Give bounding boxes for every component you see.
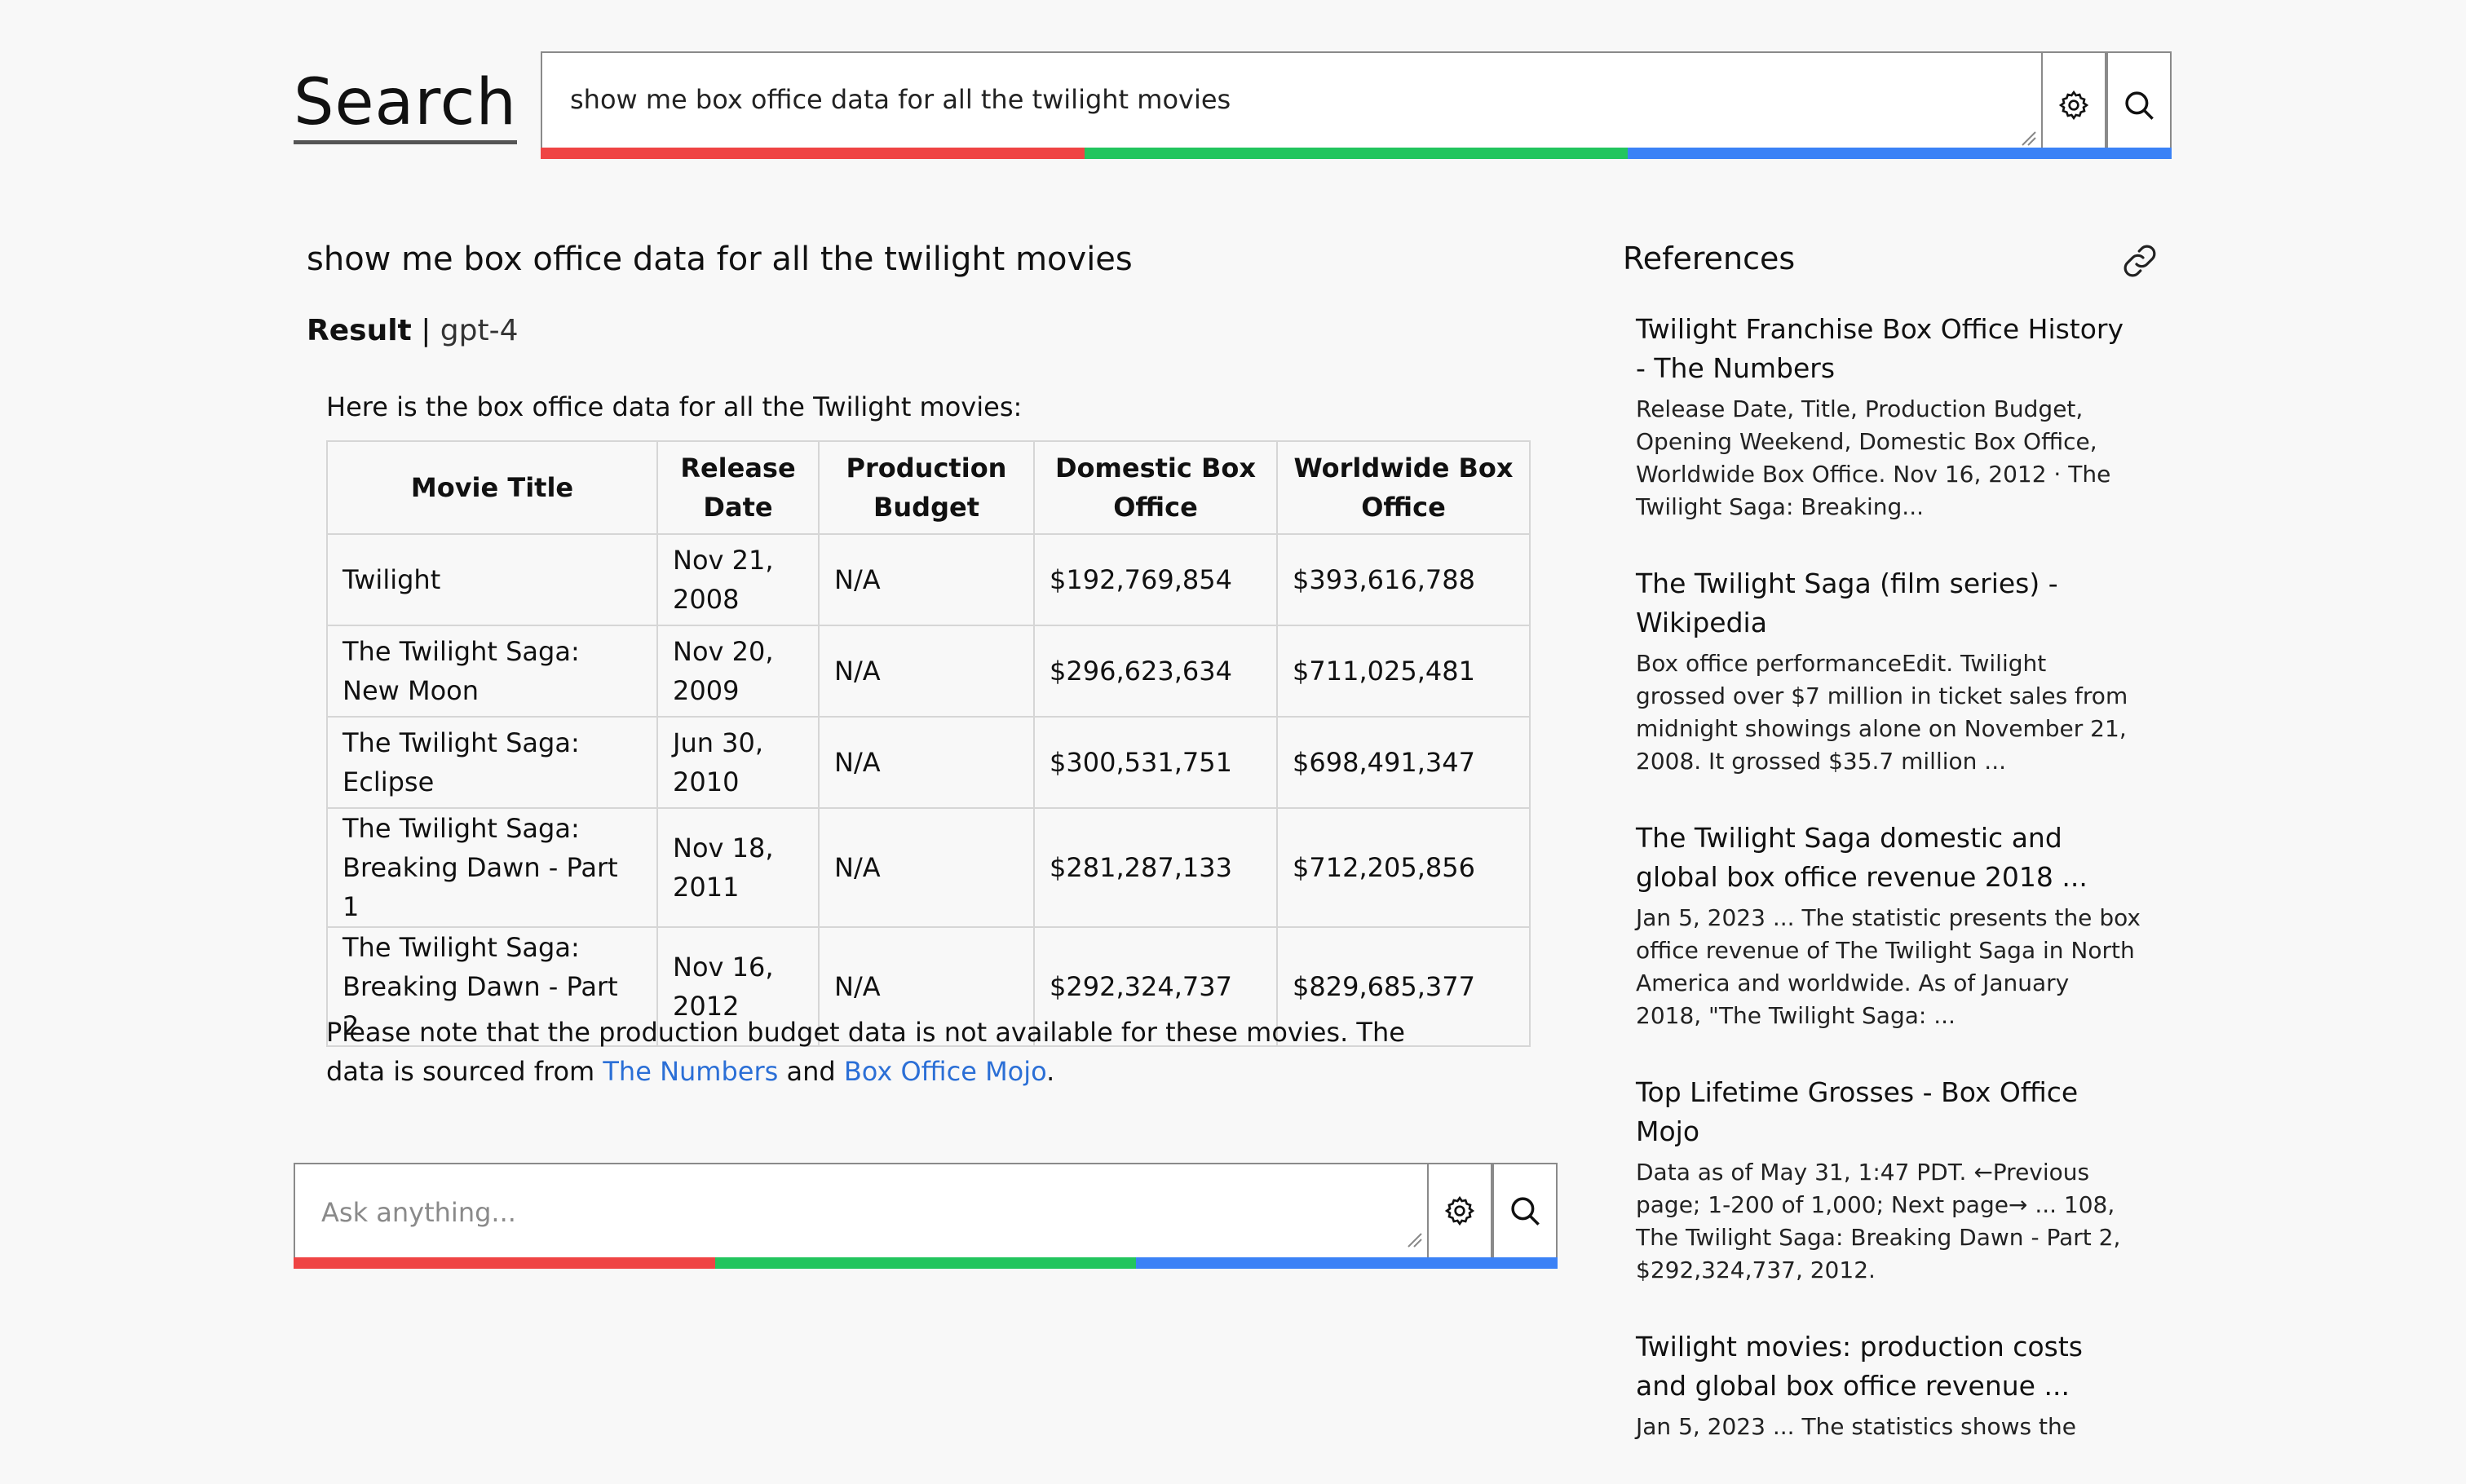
reference-item[interactable]: The Twilight Saga (film series) - Wikipe… (1636, 564, 2141, 778)
ask-search-button[interactable] (1492, 1163, 1558, 1259)
link-the-numbers[interactable]: The Numbers (603, 1056, 778, 1087)
cell-release-date: Jun 30, 2010 (656, 716, 820, 809)
table-header-row: Movie Title Release Date Production Budg… (326, 440, 1531, 535)
col-movie-title: Movie Title (326, 440, 658, 535)
result-intro: Here is the box office data for all the … (326, 391, 1023, 422)
reference-snippet: Data as of May 31, 1:47 PDT. ←Previous p… (1636, 1159, 2121, 1283)
gear-icon (2058, 90, 2089, 121)
cell-budget: N/A (818, 533, 1035, 626)
cell-title: The Twilight Saga: New Moon (326, 625, 658, 718)
cell-worldwide: $711,025,481 (1276, 625, 1531, 718)
search-button[interactable] (2106, 51, 2172, 159)
result-question: show me box office data for all the twil… (307, 241, 1133, 278)
reference-item[interactable]: Top Lifetime Grosses - Box Office Mojo D… (1636, 1073, 2141, 1287)
ask-settings-button[interactable] (1427, 1163, 1492, 1259)
cell-domestic: $281,287,133 (1033, 807, 1278, 928)
search-query-text[interactable]: show me box office data for all the twil… (570, 84, 1231, 115)
search-icon (2125, 91, 2154, 120)
cell-release-date: Nov 21, 2008 (656, 533, 820, 626)
resize-handle-icon[interactable] (2018, 128, 2036, 146)
result-label: Result (307, 314, 412, 347)
box-office-table: Movie Title Release Date Production Budg… (326, 440, 1531, 1047)
result-header: Result | gpt-4 (307, 314, 519, 347)
cell-domestic: $296,623,634 (1033, 625, 1278, 718)
brand-title[interactable]: Search (294, 65, 517, 145)
reference-item[interactable]: Twilight movies: production costs and gl… (1636, 1327, 2141, 1443)
table-row: The Twilight Saga: New Moon Nov 20, 2009… (326, 625, 1531, 718)
reference-item[interactable]: The Twilight Saga domestic and global bo… (1636, 819, 2141, 1032)
reference-item[interactable]: Twilight Franchise Box Office History - … (1636, 310, 2141, 523)
ask-input[interactable] (320, 1189, 1383, 1236)
reference-title[interactable]: Top Lifetime Grosses - Box Office Mojo (1636, 1073, 2141, 1151)
reference-title[interactable]: The Twilight Saga domestic and global bo… (1636, 819, 2141, 897)
reference-title[interactable]: Twilight Franchise Box Office History - … (1636, 310, 2141, 388)
link-icon[interactable] (2120, 241, 2159, 280)
ask-accent-bar (294, 1257, 1558, 1269)
search-accent-bar (541, 148, 2172, 159)
note-connector: and (778, 1056, 844, 1087)
cell-title: The Twilight Saga: Eclipse (326, 716, 658, 809)
cell-title: Twilight (326, 533, 658, 626)
reference-title[interactable]: The Twilight Saga (film series) - Wikipe… (1636, 564, 2141, 643)
cell-budget: N/A (818, 716, 1035, 809)
model-name: gpt-4 (440, 314, 519, 347)
reference-snippet: Box office performanceEdit. Twilight gro… (1636, 650, 2128, 775)
reference-snippet: Jan 5, 2023 ... The statistics shows the (1636, 1413, 2076, 1440)
references-title: References (1623, 241, 1796, 276)
cell-worldwide: $393,616,788 (1276, 533, 1531, 626)
cell-worldwide: $698,491,347 (1276, 716, 1531, 809)
table-row: Twilight Nov 21, 2008 N/A $192,769,854 $… (326, 533, 1531, 626)
table-row: The Twilight Saga: Breaking Dawn - Part … (326, 807, 1531, 928)
link-box-office-mojo[interactable]: Box Office Mojo (844, 1056, 1046, 1087)
col-domestic-box-office: Domestic Box Office (1033, 440, 1278, 535)
cell-release-date: Nov 20, 2009 (656, 625, 820, 718)
search-icon (1511, 1197, 1540, 1226)
search-box[interactable]: show me box office data for all the twil… (541, 51, 2172, 159)
reference-snippet: Release Date, Title, Production Budget, … (1636, 395, 2111, 520)
cell-budget: N/A (818, 625, 1035, 718)
settings-button[interactable] (2041, 51, 2106, 159)
resize-handle-icon[interactable] (1404, 1230, 1422, 1248)
cell-budget: N/A (818, 807, 1035, 928)
cell-release-date: Nov 18, 2011 (656, 807, 820, 928)
cell-title: The Twilight Saga: Breaking Dawn - Part … (326, 807, 658, 928)
col-release-date: Release Date (656, 440, 820, 535)
col-worldwide-box-office: Worldwide Box Office (1276, 440, 1531, 535)
reference-title[interactable]: Twilight movies: production costs and gl… (1636, 1327, 2141, 1406)
cell-domestic: $192,769,854 (1033, 533, 1278, 626)
gear-icon (1444, 1195, 1475, 1226)
reference-snippet: Jan 5, 2023 ... The statistic presents t… (1636, 904, 2141, 1029)
result-note: Please note that the production budget d… (326, 1013, 1468, 1091)
cell-worldwide: $712,205,856 (1276, 807, 1531, 928)
references-list: Twilight Franchise Box Office History - … (1636, 310, 2141, 1484)
col-production-budget: Production Budget (818, 440, 1035, 535)
cell-domestic: $300,531,751 (1033, 716, 1278, 809)
ask-box[interactable] (294, 1163, 1558, 1259)
table-row: The Twilight Saga: Eclipse Jun 30, 2010 … (326, 716, 1531, 809)
note-end: . (1046, 1056, 1055, 1087)
